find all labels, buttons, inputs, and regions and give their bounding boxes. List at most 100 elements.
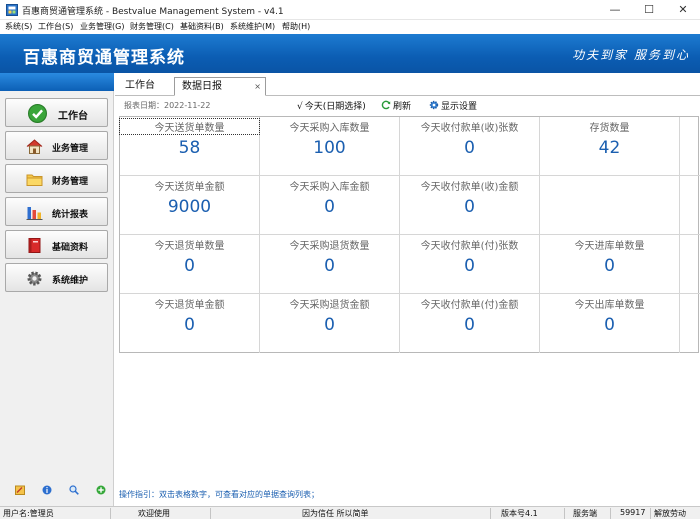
sidebar-item-basic-data[interactable]: 基础资料 [5,230,108,259]
refresh-icon [381,100,391,110]
stat-cell-purchase-return-amount[interactable]: 今天采购退货金额 0 [260,294,400,353]
menu-item-basic-data[interactable]: 基础资料(B) [180,21,224,32]
stat-label: 今天采购退货金额 [289,300,370,311]
stat-cell-receipt-count[interactable]: 今天收付款单(收)张数 0 [400,117,540,176]
info-icon[interactable] [42,485,52,495]
stat-cell-payment-count[interactable]: 今天收付款单(付)张数 0 [400,235,540,294]
status-separator [564,508,565,519]
tab-strip: 工作台 数据日报 × [115,74,700,96]
menu-item-help[interactable]: 帮助(H) [282,21,310,32]
gear-icon [27,271,42,286]
stat-cell-payment-amount[interactable]: 今天收付款单(付)金额 0 [400,294,540,353]
house-icon [26,139,43,154]
stat-label: 今天出库单数量 [574,300,645,311]
stat-cell-stock-out-count[interactable]: 今天出库单数量 0 [540,294,680,353]
today-date-label: 今天(日期选择) [304,102,366,112]
check-circle-icon [28,104,47,123]
status-welcome: 欢迎使用 [138,509,170,518]
tab-workbench[interactable]: 工作台 [125,77,177,96]
stat-cell-delivery-count[interactable]: 今天送货单数量 58 [119,117,260,176]
close-icon[interactable]: × [254,78,261,96]
stat-label: 今天收付款单(收)金额 [420,182,519,193]
search-icon[interactable] [69,485,79,495]
folder-icon [26,174,43,186]
menu-item-maintenance[interactable]: 系统维护(M) [230,21,275,32]
sidebar-item-business[interactable]: 业务管理 [5,131,108,160]
window-titlebar: 百惠商贸通管理系统 - Bestvalue Management System … [0,0,700,20]
status-port: 59917 [620,508,646,517]
minimize-button[interactable]: — [598,0,632,20]
stat-value[interactable]: 0 [400,256,539,276]
stat-cell-purchase-in-amount[interactable]: 今天采购入库金额 0 [260,176,400,235]
bar-chart-icon [26,207,43,220]
tab-daily-report[interactable]: 数据日报 × [174,77,266,96]
stat-value[interactable]: 0 [260,315,399,335]
stat-cell-purchase-in-count[interactable]: 今天采购入库数量 100 [260,117,400,176]
sidebar-item-label: 基础资料 [52,243,89,253]
stat-cell-empty [540,176,680,235]
report-toolbar: 报表日期：2022-11-22 √ 今天(日期选择) 刷新 显示设置 [115,96,700,114]
stat-label: 今天采购入库数量 [289,123,370,134]
daily-stats-grid: 今天送货单数量 58 今天采购入库数量 100 今天收付款单(收)张数 0 存货… [119,116,700,353]
stat-value[interactable]: 0 [400,315,539,335]
stat-value[interactable]: 0 [540,315,679,335]
stat-cell-stock-count[interactable]: 存货数量 42 [540,117,680,176]
sidebar-item-label: 系统维护 [52,276,89,286]
stat-value[interactable]: 0 [120,315,259,335]
stat-value[interactable]: 0 [400,197,539,217]
stat-label: 今天送货单金额 [154,182,225,193]
today-date-button[interactable]: √ 今天(日期选择) [297,99,366,112]
display-settings-button[interactable]: 显示设置 [429,99,477,112]
menu-item-system[interactable]: 系统(S) [5,21,32,32]
stat-label: 今天收付款单(付)张数 [420,241,519,252]
refresh-button[interactable]: 刷新 [381,99,411,112]
stat-cell-overflow [680,176,700,235]
app-title: 百惠商贸通管理系统 [23,48,185,68]
stat-label: 今天收付款单(付)金额 [420,300,519,311]
stat-cell-return-amount[interactable]: 今天退货单金额 0 [120,294,260,353]
stat-label: 存货数量 [589,123,630,134]
stat-value[interactable]: 100 [260,138,399,158]
stat-value[interactable]: 9000 [120,197,259,217]
menu-item-business[interactable]: 业务管理(G) [80,21,124,32]
menu-item-finance[interactable]: 财务管理(C) [130,21,174,32]
status-user: 用户名:管理员 [3,509,54,518]
app-banner: 百惠商贸通管理系统 功夫到家 服务到心 [0,34,700,73]
stat-value[interactable]: 0 [260,256,399,276]
settings-icon [429,100,439,110]
stat-label: 今天进库单数量 [574,241,645,252]
operation-guide: 操作指引：双击表格数字，可查看对应的单据查询列表； [119,490,319,499]
close-button[interactable]: ✕ [666,0,700,20]
tab-label: 工作台 [125,80,155,91]
sidebar-item-finance[interactable]: 财务管理 [5,164,108,193]
sidebar-item-workbench[interactable]: 工作台 [5,98,108,127]
stat-value[interactable]: 0 [540,256,679,276]
edit-icon[interactable] [15,485,25,495]
stat-label: 今天采购退货数量 [289,241,370,252]
stat-value[interactable]: 0 [400,138,539,158]
tab-label: 数据日报 [182,81,222,92]
stat-label: 今天采购入库金额 [289,182,370,193]
stat-cell-receipt-amount[interactable]: 今天收付款单(收)金额 0 [400,176,540,235]
menu-item-workbench[interactable]: 工作台(S) [38,21,73,32]
report-date: 报表日期：2022-11-22 [124,101,211,110]
maximize-button[interactable]: ☐ [632,0,666,20]
stat-cell-return-count[interactable]: 今天退货单数量 0 [120,235,260,294]
stat-cell-overflow [680,235,700,294]
refresh-label: 刷新 [393,102,412,112]
stat-cell-purchase-return-count[interactable]: 今天采购退货数量 0 [260,235,400,294]
status-separator [490,508,491,519]
stat-value[interactable]: 58 [120,138,259,158]
stat-value[interactable]: 0 [120,256,259,276]
stat-value[interactable]: 0 [260,197,399,217]
sidebar-item-maintenance[interactable]: 系统维护 [5,263,108,292]
add-icon[interactable] [96,485,106,495]
status-separator [610,508,611,519]
stat-cell-overflow [680,117,700,176]
status-version: 版本号4.1 [501,509,538,518]
status-separator [210,508,211,519]
stat-value[interactable]: 42 [540,138,679,158]
stat-cell-stock-in-count[interactable]: 今天进库单数量 0 [540,235,680,294]
sidebar-item-reports[interactable]: 统计报表 [5,197,108,226]
stat-cell-delivery-amount[interactable]: 今天送货单金额 9000 [120,176,260,235]
